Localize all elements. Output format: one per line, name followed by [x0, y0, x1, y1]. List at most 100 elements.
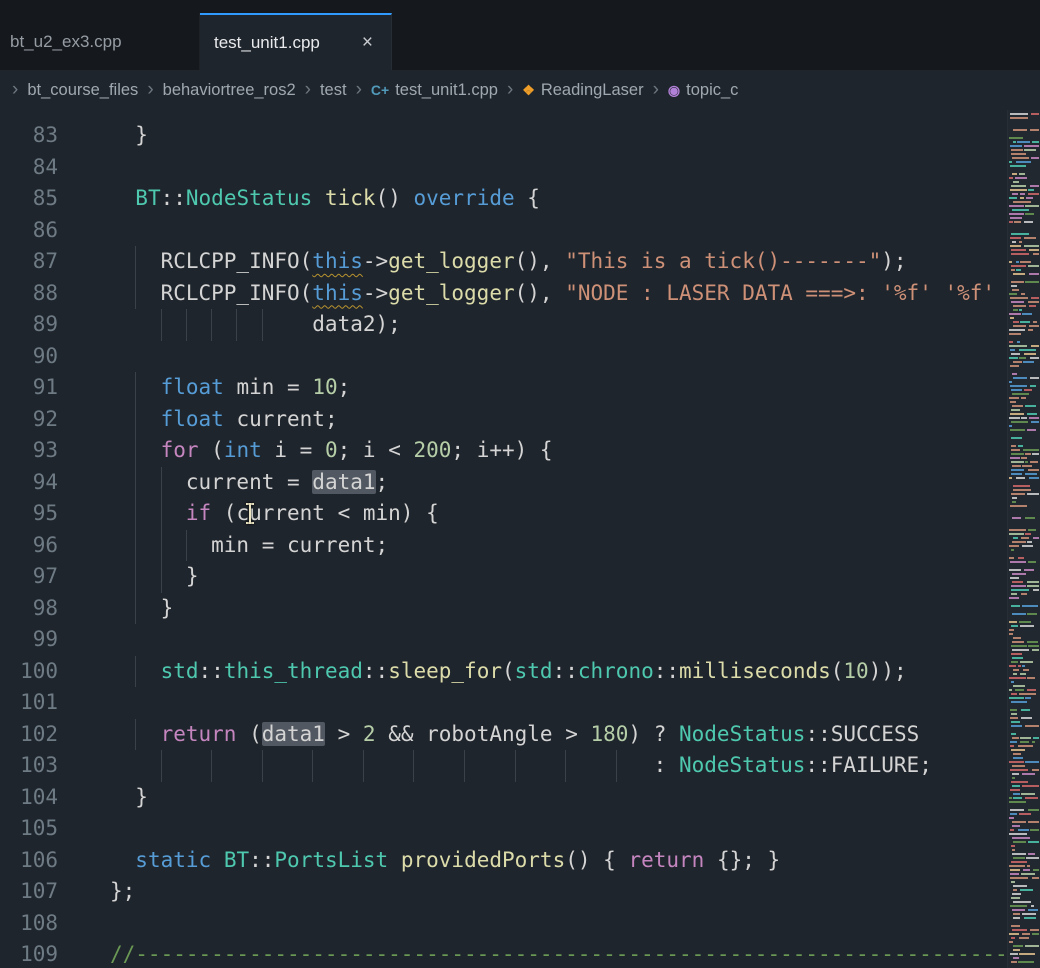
minimap-line	[1012, 289, 1019, 291]
minimap-line	[1009, 417, 1020, 419]
minimap-line	[1009, 137, 1023, 139]
minimap[interactable]	[1007, 110, 1040, 968]
chevron-right-icon: ›	[147, 80, 153, 99]
minimap-line	[1009, 533, 1024, 535]
minimap-line	[1025, 405, 1036, 407]
minimap-line	[1011, 301, 1024, 303]
minimap-line	[1032, 769, 1039, 771]
minimap-line	[1013, 485, 1030, 487]
minimap-line	[1012, 893, 1021, 895]
minimap-line	[1013, 637, 1021, 639]
breadcrumb-item[interactable]: C+test_unit1.cpp	[371, 81, 498, 100]
code-line: 109//-----------------------------------…	[0, 939, 1007, 968]
minimap-line	[1013, 917, 1020, 919]
minimap-line	[1020, 889, 1033, 891]
line-number: 107	[0, 876, 58, 908]
minimap-line	[1015, 177, 1027, 179]
minimap-line	[1029, 477, 1039, 479]
code-editor[interactable]: 83 }8485 BT::NodeStatus tick() override …	[0, 110, 1007, 968]
tab-test-unit1[interactable]: test_unit1.cpp ×	[200, 13, 392, 70]
indent-guide	[135, 593, 136, 625]
tab-label: test_unit1.cpp	[214, 33, 320, 53]
indent-guide	[135, 719, 136, 751]
code-line: 104 }	[0, 782, 1007, 814]
minimap-line	[1010, 145, 1022, 147]
close-icon[interactable]: ×	[358, 31, 377, 54]
minimap-line	[1025, 213, 1034, 215]
line-number: 90	[0, 341, 58, 373]
minimap-line	[1024, 149, 1036, 151]
breadcrumb-item[interactable]: test	[320, 81, 347, 100]
code-line: 105	[0, 813, 1007, 845]
minimap-line	[1009, 697, 1024, 699]
minimap-line	[1020, 197, 1024, 199]
minimap-line	[1030, 929, 1039, 931]
breadcrumb-label: ReadingLaser	[541, 81, 644, 100]
code-line: 95 if (current < min) {	[0, 498, 1007, 530]
minimap-line	[1013, 885, 1027, 887]
indent-guide	[135, 278, 136, 310]
minimap-line	[1028, 853, 1035, 855]
minimap-line	[1009, 689, 1012, 691]
minimap-line	[1018, 665, 1021, 667]
indent-guide	[161, 467, 162, 499]
indent-guide	[135, 435, 136, 467]
minimap-line	[1022, 773, 1035, 775]
minimap-line	[1011, 653, 1022, 655]
minimap-line	[1011, 781, 1028, 783]
minimap-line	[1029, 249, 1039, 251]
minimap-line	[1011, 593, 1017, 595]
code-line: 89 data2);	[0, 309, 1007, 341]
minimap-line	[1010, 401, 1016, 403]
minimap-line	[1013, 857, 1025, 859]
minimap-line	[1011, 353, 1020, 355]
minimap-line	[1012, 581, 1023, 583]
minimap-line	[1025, 945, 1039, 947]
chevron-right-icon: ›	[305, 80, 311, 99]
minimap-line	[1028, 809, 1039, 811]
minimap-line	[1021, 417, 1027, 419]
indent-guide	[161, 498, 162, 530]
minimap-line	[1018, 745, 1033, 747]
breadcrumb-item[interactable]: behaviortree_ros2	[163, 81, 296, 100]
minimap-line	[1012, 821, 1026, 823]
minimap-line	[1012, 613, 1026, 615]
minimap-line	[1020, 261, 1031, 263]
minimap-line	[1010, 297, 1028, 299]
code-line: 97 }	[0, 561, 1007, 593]
tab-bt-u2-ex3[interactable]: bt_u2_ex3.cpp	[0, 13, 200, 70]
minimap-line	[1009, 797, 1012, 799]
indent-guide	[186, 309, 187, 341]
breadcrumb-item[interactable]: ❖ReadingLaser	[522, 81, 643, 100]
minimap-line	[1009, 761, 1024, 763]
minimap-line	[1024, 569, 1034, 571]
line-number: 105	[0, 813, 58, 845]
minimap-line	[1022, 913, 1036, 915]
minimap-line	[1011, 881, 1015, 883]
minimap-line	[1027, 677, 1035, 679]
line-number: 98	[0, 593, 58, 625]
breadcrumb-label: bt_course_files	[27, 81, 138, 100]
minimap-line	[1025, 205, 1039, 207]
minimap-line	[1032, 141, 1039, 143]
minimap-line	[1011, 453, 1024, 455]
minimap-line	[1009, 333, 1021, 335]
minimap-line	[1009, 425, 1012, 427]
breadcrumb-item[interactable]: bt_course_files	[27, 81, 138, 100]
minimap-line	[1021, 873, 1035, 875]
minimap-line	[1011, 897, 1020, 899]
breadcrumb-item[interactable]: ◉topic_c	[668, 81, 739, 100]
minimap-line	[1033, 869, 1039, 871]
minimap-line	[1030, 385, 1036, 387]
minimap-line	[1011, 493, 1025, 495]
minimap-line	[1016, 261, 1019, 263]
code-line: 94 current = data1;	[0, 467, 1007, 499]
minimap-line	[1033, 737, 1039, 739]
minimap-line	[1032, 453, 1039, 455]
minimap-line	[1029, 325, 1039, 327]
minimap-line	[1009, 817, 1014, 819]
minimap-line	[1010, 429, 1025, 431]
line-number: 106	[0, 845, 58, 877]
indent-guide	[211, 750, 212, 782]
code-line: 84	[0, 152, 1007, 184]
